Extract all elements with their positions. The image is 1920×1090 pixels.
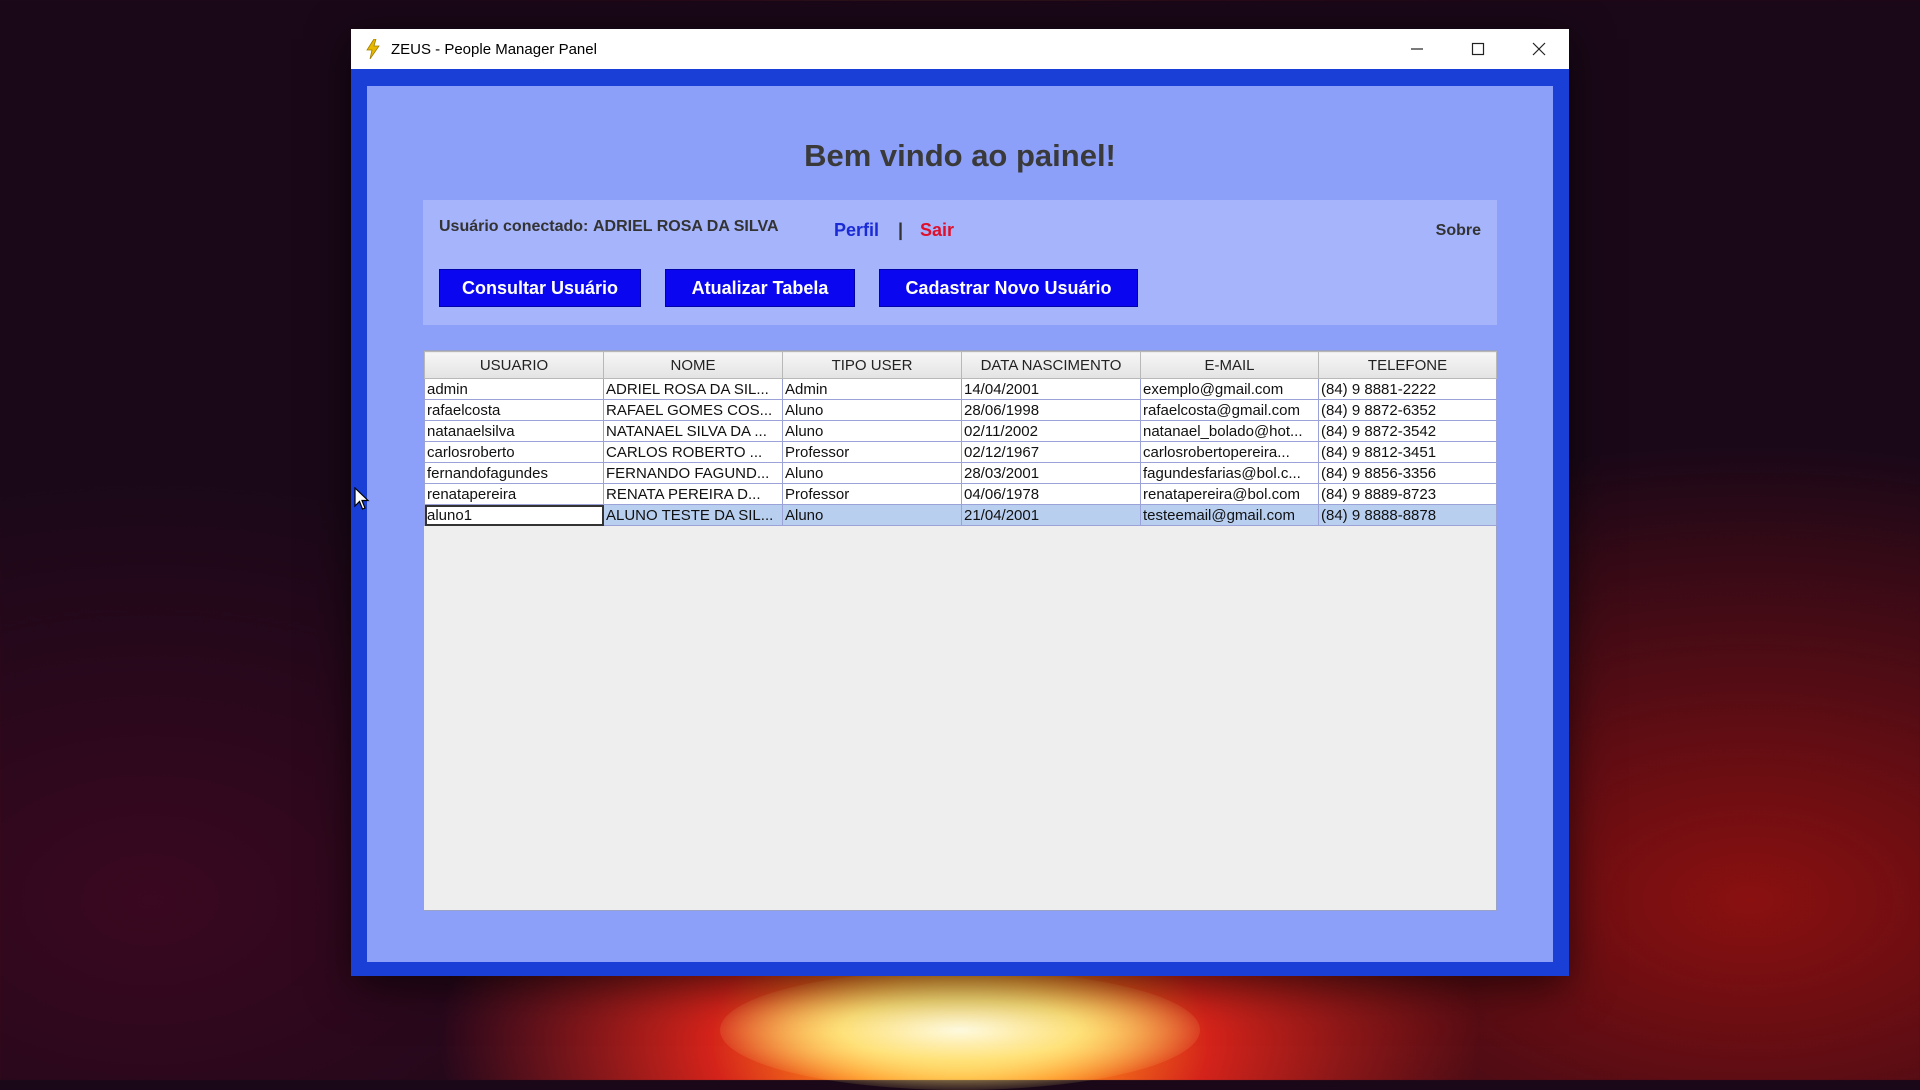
cell-tipo-user[interactable]: Professor: [782, 483, 962, 505]
link-separator: |: [898, 220, 904, 240]
welcome-heading: Bem vindo ao painel!: [804, 138, 1116, 173]
mouse-cursor-icon: [354, 487, 370, 510]
cell-data-nascimento[interactable]: 28/06/1998: [961, 399, 1141, 421]
table-row[interactable]: carlosroberto CARLOS ROBERTO ... Profess…: [424, 441, 1497, 463]
minimize-icon: [1410, 48, 1423, 50]
cell-tipo-user[interactable]: Professor: [782, 441, 962, 463]
cell-email[interactable]: fagundesfarias@bol.c...: [1140, 462, 1319, 484]
table-row[interactable]: renatapereira RENATA PEREIRA D... Profes…: [424, 483, 1497, 505]
cell-tipo-user[interactable]: Aluno: [782, 462, 962, 484]
column-header-telefone[interactable]: TELEFONE: [1318, 351, 1497, 379]
user-toolbar: Usuário conectado: ADRIEL ROSA DA SILVA …: [423, 200, 1497, 325]
sair-link[interactable]: Sair: [920, 220, 954, 241]
cell-nome[interactable]: ALUNO TESTE DA SIL...: [603, 504, 783, 526]
main-panel: Bem vindo ao painel! Usuário conectado: …: [367, 86, 1553, 962]
cell-nome[interactable]: ADRIEL ROSA DA SIL...: [603, 378, 783, 400]
cell-data-nascimento[interactable]: 04/06/1978: [961, 483, 1141, 505]
cell-usuario[interactable]: fernandofagundes: [424, 462, 604, 484]
window-controls: [1386, 29, 1569, 69]
connected-user-name: ADRIEL ROSA DA SILVA: [593, 218, 779, 235]
cell-telefone[interactable]: (84) 9 8881-2222: [1318, 378, 1497, 400]
maximize-button[interactable]: [1447, 29, 1508, 69]
cell-data-nascimento[interactable]: 21/04/2001: [961, 504, 1141, 526]
cell-nome[interactable]: NATANAEL SILVA DA ...: [603, 420, 783, 442]
cell-telefone[interactable]: (84) 9 8888-8878: [1318, 504, 1497, 526]
cell-tipo-user[interactable]: Aluno: [782, 399, 962, 421]
cell-email[interactable]: rafaelcosta@gmail.com: [1140, 399, 1319, 421]
cell-usuario[interactable]: renatapereira: [424, 483, 604, 505]
table-row[interactable]: natanaelsilva NATANAEL SILVA DA ... Alun…: [424, 420, 1497, 442]
cell-usuario[interactable]: natanaelsilva: [424, 420, 604, 442]
cell-telefone[interactable]: (84) 9 8872-3542: [1318, 420, 1497, 442]
cell-usuario-editing[interactable]: aluno1: [424, 504, 604, 526]
table-row[interactable]: fernandofagundes FERNANDO FAGUND... Alun…: [424, 462, 1497, 484]
users-table-container[interactable]: USUARIO NOME TIPO USER DATA NASCIMENTO E…: [423, 350, 1497, 911]
column-header-data-nascimento[interactable]: DATA NASCIMENTO: [961, 351, 1141, 379]
column-header-tipo-user[interactable]: TIPO USER: [782, 351, 962, 379]
table-row-selected[interactable]: aluno1 ALUNO TESTE DA SIL... Aluno 21/04…: [424, 504, 1497, 526]
cell-nome[interactable]: FERNANDO FAGUND...: [603, 462, 783, 484]
title-bar: ZEUS - People Manager Panel: [351, 29, 1569, 69]
cell-telefone[interactable]: (84) 9 8872-6352: [1318, 399, 1497, 421]
app-window: ZEUS - People Manager Panel Bem vindo ao…: [351, 29, 1569, 976]
cell-usuario[interactable]: admin: [424, 378, 604, 400]
cell-usuario[interactable]: carlosroberto: [424, 441, 604, 463]
background-glow: [720, 970, 1200, 1090]
cadastrar-novo-usuario-button[interactable]: Cadastrar Novo Usuário: [879, 269, 1138, 307]
cell-data-nascimento[interactable]: 28/03/2001: [961, 462, 1141, 484]
cell-usuario[interactable]: rafaelcosta: [424, 399, 604, 421]
connected-user-label: Usuário conectado:: [439, 218, 589, 235]
users-table: USUARIO NOME TIPO USER DATA NASCIMENTO E…: [424, 351, 1497, 526]
cell-data-nascimento[interactable]: 02/11/2002: [961, 420, 1141, 442]
cell-email[interactable]: renatapereira@bol.com: [1140, 483, 1319, 505]
close-button[interactable]: [1508, 29, 1569, 69]
cell-data-nascimento[interactable]: 02/12/1967: [961, 441, 1141, 463]
cell-email[interactable]: carlosrobertopereira...: [1140, 441, 1319, 463]
cell-email[interactable]: natanael_bolado@hot...: [1140, 420, 1319, 442]
sobre-link[interactable]: Sobre: [1436, 222, 1481, 240]
column-header-email[interactable]: E-MAIL: [1140, 351, 1319, 379]
cell-tipo-user[interactable]: Aluno: [782, 504, 962, 526]
atualizar-tabela-button[interactable]: Atualizar Tabela: [665, 269, 855, 307]
column-header-usuario[interactable]: USUARIO: [424, 351, 604, 379]
table-header-row: USUARIO NOME TIPO USER DATA NASCIMENTO E…: [424, 351, 1497, 379]
maximize-icon: [1471, 42, 1484, 56]
close-icon: [1532, 42, 1545, 56]
cell-nome[interactable]: RENATA PEREIRA D...: [603, 483, 783, 505]
cell-data-nascimento[interactable]: 14/04/2001: [961, 378, 1141, 400]
cell-tipo-user[interactable]: Admin: [782, 378, 962, 400]
cell-nome[interactable]: CARLOS ROBERTO ...: [603, 441, 783, 463]
minimize-button[interactable]: [1386, 29, 1447, 69]
consultar-usuario-button[interactable]: Consultar Usuário: [439, 269, 641, 307]
cell-telefone[interactable]: (84) 9 8856-3356: [1318, 462, 1497, 484]
table-row[interactable]: admin ADRIEL ROSA DA SIL... Admin 14/04/…: [424, 378, 1497, 400]
table-row[interactable]: rafaelcosta RAFAEL GOMES COS... Aluno 28…: [424, 399, 1497, 421]
perfil-link[interactable]: Perfil: [834, 220, 879, 241]
cell-email[interactable]: exemplo@gmail.com: [1140, 378, 1319, 400]
cell-tipo-user[interactable]: Aluno: [782, 420, 962, 442]
lightning-icon: [361, 37, 385, 61]
cell-telefone[interactable]: (84) 9 8889-8723: [1318, 483, 1497, 505]
cell-email[interactable]: testeemail@gmail.com: [1140, 504, 1319, 526]
column-header-nome[interactable]: NOME: [603, 351, 783, 379]
window-title: ZEUS - People Manager Panel: [391, 40, 597, 58]
cell-nome[interactable]: RAFAEL GOMES COS...: [603, 399, 783, 421]
cell-telefone[interactable]: (84) 9 8812-3451: [1318, 441, 1497, 463]
